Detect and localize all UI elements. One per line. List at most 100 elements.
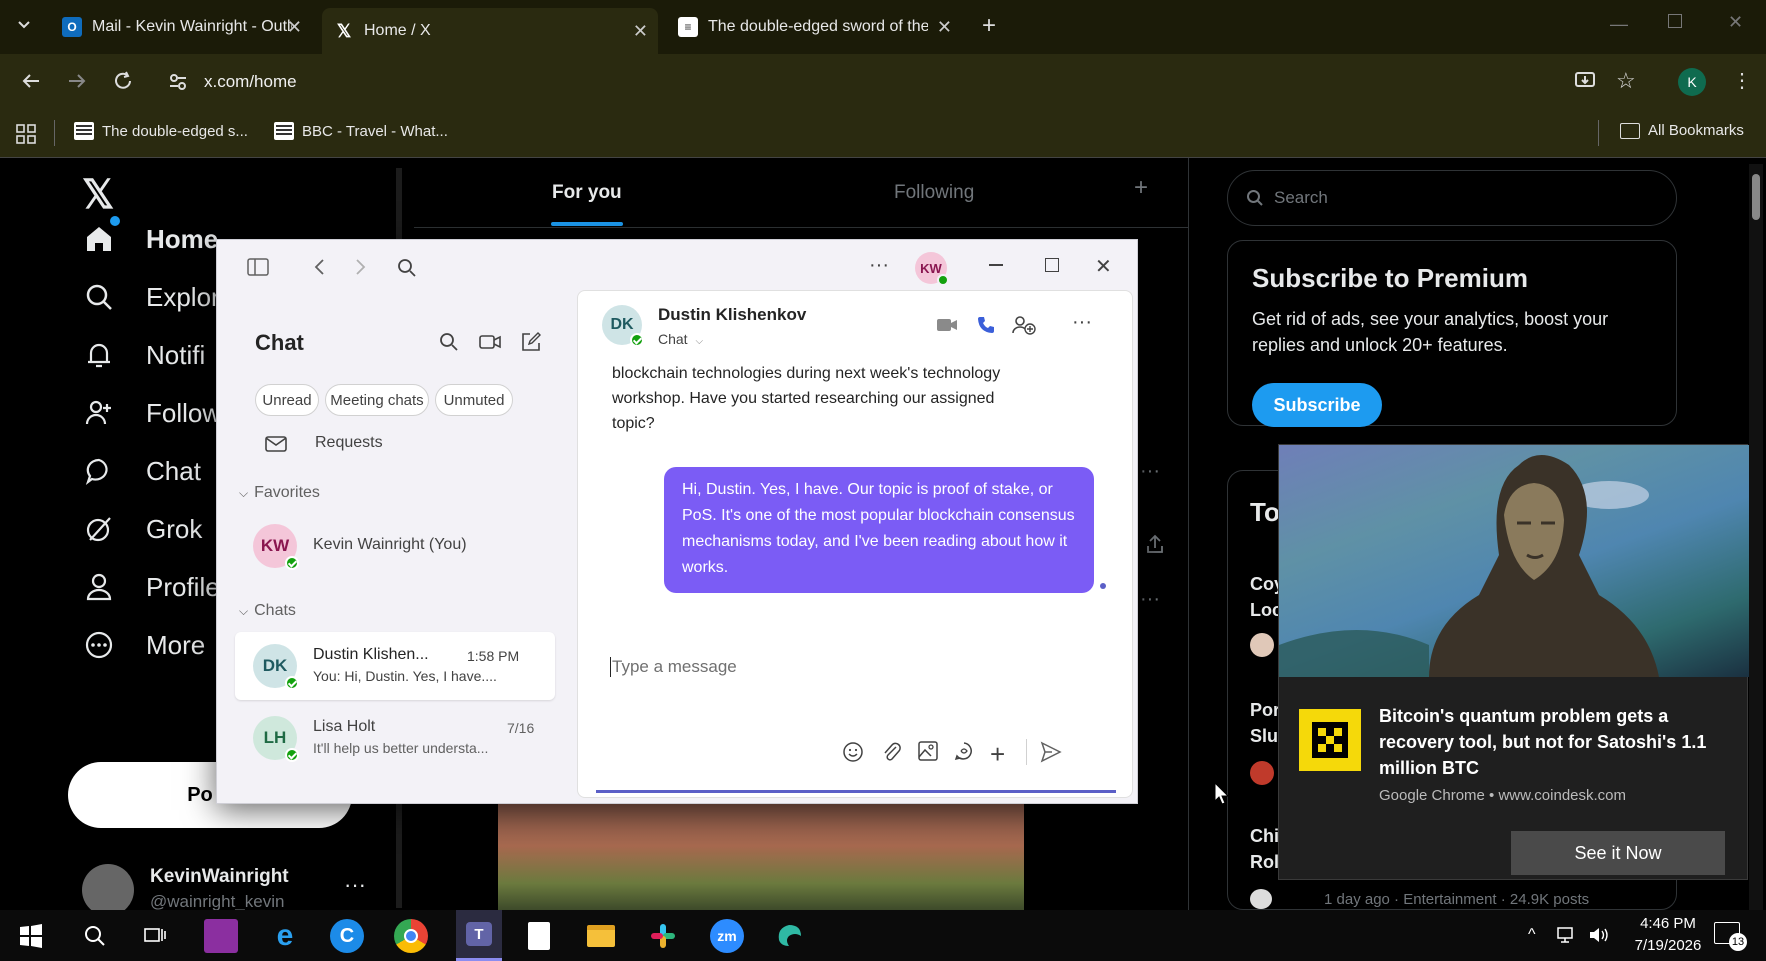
conversation-tab-chat[interactable]: Chat ⌵ (658, 331, 703, 347)
send-icon[interactable] (1040, 741, 1062, 763)
minimize-icon[interactable] (989, 264, 1003, 266)
loop-icon[interactable] (954, 741, 974, 761)
video-meet-icon[interactable] (479, 334, 501, 350)
url-field[interactable]: x.com/home (204, 72, 297, 92)
more-options-icon[interactable]: ··· (869, 254, 889, 277)
attach-icon[interactable] (882, 741, 902, 763)
message-input[interactable]: Type a message (610, 651, 1100, 683)
subscribe-button[interactable]: Subscribe (1252, 383, 1382, 427)
video-call-icon[interactable] (936, 317, 958, 333)
new-chat-icon[interactable] (521, 332, 541, 352)
tab-following[interactable]: Following (894, 182, 974, 204)
nav-chat[interactable]: Chat (82, 454, 201, 488)
chat-list-item-selected[interactable]: DK Dustin Klishen... 1:58 PM You: Hi, Du… (235, 632, 555, 700)
chats-section-header[interactable]: ⌵ Chats (239, 602, 296, 620)
teams-icon[interactable]: T (456, 910, 502, 961)
clock-date[interactable]: 7/19/2026 (1628, 937, 1708, 954)
minimize-icon[interactable]: — (1610, 14, 1628, 35)
apps-grid-icon[interactable] (16, 124, 36, 144)
clock-time[interactable]: 4:46 PM (1628, 915, 1708, 932)
favorites-section-header[interactable]: ⌵ Favorites (239, 484, 320, 502)
share-icon[interactable] (1146, 534, 1164, 554)
nav-more[interactable]: More (82, 628, 205, 662)
nav-grok[interactable]: Grok (82, 512, 202, 546)
more-options-icon[interactable]: ··· (1072, 311, 1092, 334)
tab-article[interactable]: ≡ The double-edged sword of the ✕ (666, 10, 962, 44)
forward-arrow-icon[interactable] (66, 70, 88, 92)
nav-explore[interactable]: Explor (82, 280, 220, 314)
close-icon[interactable]: ✕ (287, 17, 302, 38)
profile-avatar[interactable]: K (1678, 68, 1706, 96)
back-arrow-icon[interactable] (20, 70, 42, 92)
toast-notification[interactable]: Bitcoin's quantum problem gets a recover… (1278, 444, 1749, 880)
install-app-icon[interactable] (1574, 70, 1596, 92)
scrollbar-thumb[interactable] (1752, 174, 1760, 220)
scrollbar[interactable] (1749, 164, 1763, 910)
browser-menu-icon[interactable]: ⋮ (1732, 68, 1752, 93)
post-more-icon[interactable]: ··· (1140, 460, 1160, 483)
maximize-icon[interactable] (1045, 258, 1059, 272)
bookmark-item[interactable]: BBC - Travel - What... (274, 122, 448, 140)
x-logo-icon[interactable]: 𝕏 (82, 172, 114, 218)
tab-for-you[interactable]: For you (552, 182, 622, 204)
nav-follow[interactable]: Follow (82, 396, 221, 430)
user-avatar[interactable]: KW (915, 252, 949, 286)
nav-notifications[interactable]: Notifi (82, 338, 205, 372)
emoji-icon[interactable] (842, 741, 864, 763)
edge-icon[interactable] (772, 919, 806, 953)
close-icon[interactable]: ✕ (937, 17, 952, 38)
winrar-icon[interactable] (204, 919, 238, 953)
filter-unmuted[interactable]: Unmuted (435, 384, 513, 416)
avatar[interactable] (82, 864, 134, 910)
reload-icon[interactable] (112, 70, 134, 92)
account-menu-icon[interactable]: ··· (344, 872, 366, 898)
action-center-icon[interactable]: 13 (1714, 922, 1747, 951)
search-icon[interactable] (439, 332, 459, 352)
search-icon[interactable] (397, 258, 417, 278)
trend-item[interactable]: Por Slu (1250, 697, 1280, 749)
image-icon[interactable] (918, 741, 938, 761)
close-icon[interactable]: ✕ (1095, 254, 1112, 279)
see-it-now-button[interactable]: See it Now (1511, 831, 1725, 875)
back-arrow-icon[interactable] (313, 258, 327, 276)
forward-arrow-icon[interactable] (353, 258, 367, 276)
site-info-icon[interactable] (168, 72, 188, 92)
list-item[interactable]: KW Kevin Wainright (You) (231, 516, 567, 578)
file-explorer-icon[interactable] (584, 919, 618, 953)
chrome-icon[interactable] (394, 919, 428, 953)
all-bookmarks-button[interactable]: All Bookmarks (1620, 122, 1744, 139)
trend-item[interactable]: Chi Rol (1250, 823, 1279, 875)
search-icon[interactable] (78, 919, 112, 953)
bookmark-item[interactable]: The double-edged s... (74, 122, 248, 140)
post-more-icon[interactable]: ··· (1140, 588, 1160, 611)
nav-home[interactable]: Home (82, 216, 218, 256)
start-windows-icon[interactable] (14, 919, 48, 953)
phone-call-icon[interactable] (976, 315, 996, 335)
add-people-icon[interactable] (1012, 315, 1036, 335)
notepad-icon[interactable] (522, 919, 556, 953)
add-tab-icon[interactable]: + (1134, 174, 1148, 202)
post-image[interactable] (498, 804, 1024, 910)
filter-meeting-chats[interactable]: Meeting chats (325, 384, 429, 416)
close-icon[interactable]: ✕ (633, 21, 648, 42)
nav-profile[interactable]: Profile (82, 570, 220, 604)
zoom-icon[interactable]: zm (710, 919, 744, 953)
tab-search-button[interactable] (14, 14, 36, 36)
cortana-icon[interactable]: C (330, 919, 364, 953)
list-item[interactable]: LH Lisa Holt 7/16 It'll help us better u… (235, 704, 555, 772)
add-icon[interactable]: + (990, 739, 1005, 770)
sidebar-toggle-icon[interactable] (247, 258, 269, 276)
tab-outlook[interactable]: O Mail - Kevin Wainright - Outloo ✕ (50, 10, 312, 44)
restore-icon[interactable] (1668, 14, 1682, 28)
bookmark-star-icon[interactable]: ☆ (1616, 68, 1636, 94)
task-view-icon[interactable] (138, 919, 172, 953)
requests-item[interactable]: Requests (315, 434, 383, 452)
network-icon[interactable] (1556, 926, 1578, 944)
filter-unread[interactable]: Unread (255, 384, 319, 416)
search-input[interactable]: Search (1227, 170, 1677, 226)
volume-icon[interactable] (1588, 926, 1610, 944)
new-tab-button[interactable]: + (982, 12, 996, 40)
close-window-icon[interactable]: ✕ (1728, 12, 1743, 33)
tray-overflow-icon[interactable]: ^ (1528, 926, 1536, 944)
slack-icon[interactable] (646, 919, 680, 953)
